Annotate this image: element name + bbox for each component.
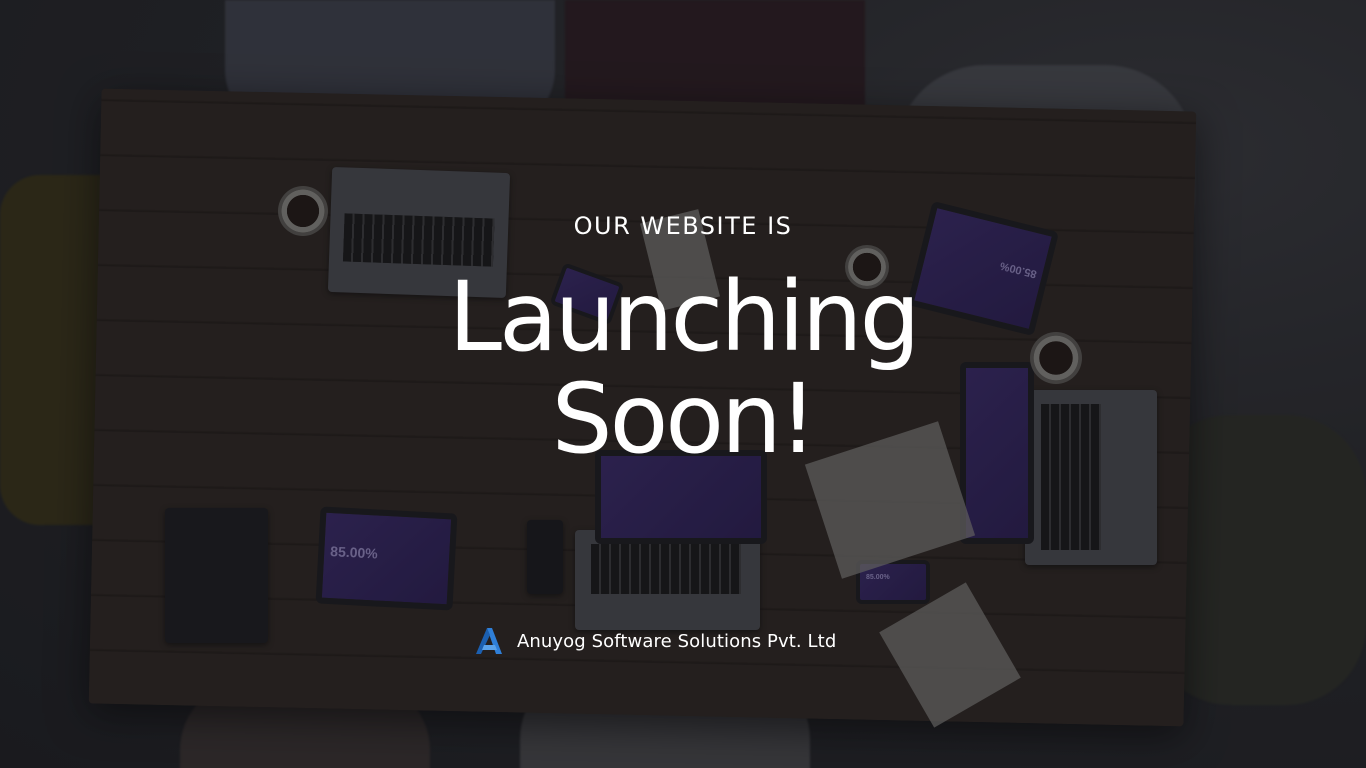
pre-heading: OUR WEBSITE IS <box>573 212 793 240</box>
headline-line-2: Soon! <box>551 363 818 475</box>
hero-section: OUR WEBSITE IS Launching Soon! Anuyog So… <box>0 0 1366 768</box>
brand-name: Anuyog Software Solutions Pvt. Ltd <box>517 630 837 652</box>
brand: Anuyog Software Solutions Pvt. Ltd <box>475 626 836 656</box>
headline: Launching Soon! <box>0 266 1366 470</box>
headline-line-1: Launching <box>448 261 920 373</box>
triangle-a-logo-icon <box>476 628 502 654</box>
page: 85.00% 85.00% 85.00% OUR WEBSITE IS Laun… <box>0 0 1366 768</box>
